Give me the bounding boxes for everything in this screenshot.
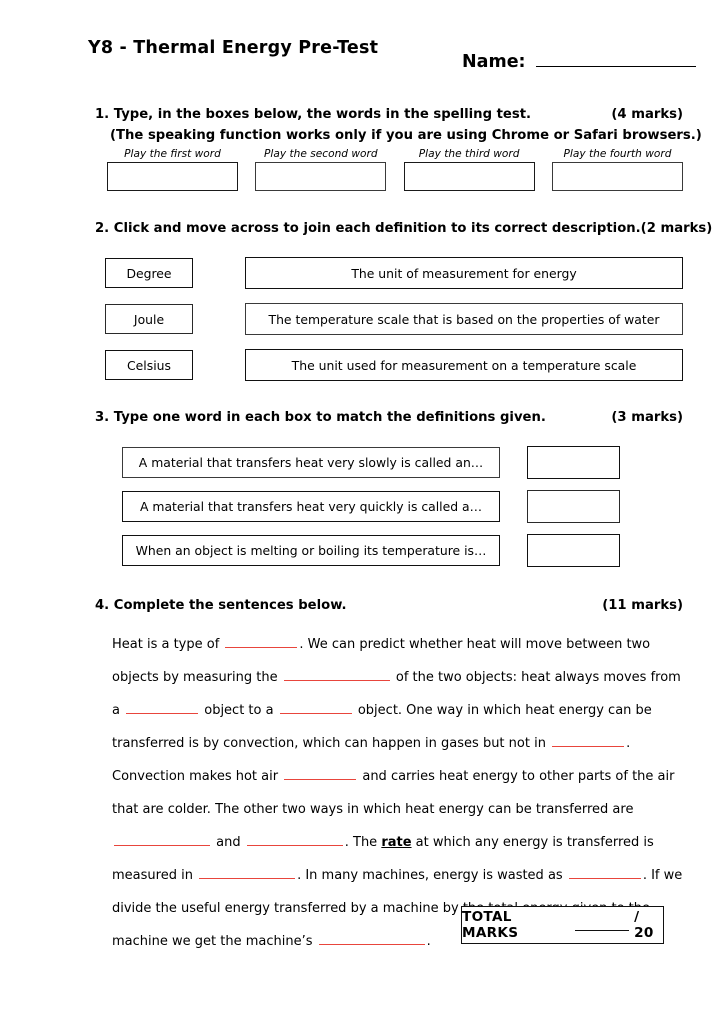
para-blank-11[interactable]: [318, 932, 425, 945]
question-2-matching: Degree The unit of measurement for energ…: [105, 255, 683, 393]
para-text-8: and: [212, 835, 245, 850]
question-1-marks: (4 marks): [611, 107, 683, 122]
total-marks-out-of: / 20: [634, 909, 654, 941]
question-3-heading: 3. Type one word in each box to match th…: [95, 410, 683, 425]
definition-input-1[interactable]: [527, 445, 620, 479]
spelling-cell-1: Play the first word: [107, 148, 238, 191]
play-word-label-3[interactable]: Play the third word: [404, 148, 535, 160]
match-term-3[interactable]: Celsius: [105, 350, 193, 380]
para-blank-5[interactable]: [552, 734, 625, 747]
definition-text-3: When an object is melting or boiling its…: [122, 534, 500, 566]
worksheet-header: Y8 - Thermal Energy Pre-Test Name:: [88, 38, 696, 72]
matching-row-3: Celsius The unit used for measurement on…: [105, 347, 683, 383]
para-blank-7[interactable]: [114, 833, 210, 846]
para-text-1: Heat is a type of: [112, 637, 224, 652]
para-text-9: . The: [344, 835, 382, 850]
para-blank-3[interactable]: [126, 701, 199, 714]
definition-text-1: A material that transfers heat very slow…: [122, 446, 500, 478]
match-description-3[interactable]: The unit used for measurement on a tempe…: [245, 349, 683, 381]
question-4-marks: (11 marks): [602, 598, 683, 613]
question-3-definitions: A material that transfers heat very slow…: [122, 444, 620, 576]
total-marks-box: TOTAL MARKS / 20: [461, 906, 664, 944]
name-input-rule[interactable]: [535, 63, 696, 67]
para-blank-6[interactable]: [284, 767, 357, 780]
definition-row-2: A material that transfers heat very quic…: [122, 488, 620, 524]
spelling-cell-3: Play the third word: [403, 148, 535, 191]
question-2-text: 2. Click and move across to join each de…: [95, 221, 641, 236]
play-word-label-4[interactable]: Play the fourth word: [552, 148, 683, 160]
para-blank-8[interactable]: [246, 833, 343, 846]
worksheet-page: Y8 - Thermal Energy Pre-Test Name: 1. Ty…: [0, 0, 725, 1024]
total-marks-input[interactable]: [574, 919, 630, 931]
question-1-note: (The speaking function works only if you…: [110, 128, 702, 143]
spelling-input-1[interactable]: [107, 162, 238, 191]
spelling-input-3[interactable]: [403, 162, 535, 191]
question-2-marks: (2 marks): [640, 221, 713, 236]
definition-text-2: A material that transfers heat very quic…: [122, 490, 500, 522]
para-blank-9[interactable]: [199, 866, 296, 879]
question-1-heading: 1. Type, in the boxes below, the words i…: [95, 107, 683, 122]
match-description-2[interactable]: The temperature scale that is based on t…: [245, 303, 683, 335]
definition-input-3[interactable]: [527, 533, 620, 567]
match-description-1[interactable]: The unit of measurement for energy: [245, 257, 683, 289]
match-term-2[interactable]: Joule: [105, 304, 193, 334]
matching-row-2: Joule The temperature scale that is base…: [105, 301, 683, 337]
spelling-cell-2: Play the second word: [255, 148, 387, 191]
question-3-text: 3. Type one word in each box to match th…: [95, 410, 546, 425]
para-blank-10[interactable]: [568, 866, 641, 879]
para-blank-4[interactable]: [279, 701, 352, 714]
page-title: Y8 - Thermal Energy Pre-Test: [88, 38, 379, 58]
question-4-text: 4. Complete the sentences below.: [95, 598, 347, 613]
para-text-11: . In many machines, energy is wasted as: [297, 868, 567, 883]
para-blank-1[interactable]: [225, 635, 298, 648]
question-1-spelling-boxes: Play the first word Play the second word…: [107, 148, 683, 191]
name-label: Name:: [462, 52, 526, 72]
para-text-13: .: [426, 934, 431, 949]
question-3-marks: (3 marks): [611, 410, 683, 425]
spelling-input-2[interactable]: [255, 162, 387, 191]
question-2-heading: 2. Click and move across to join each de…: [95, 221, 712, 236]
definition-row-3: When an object is melting or boiling its…: [122, 532, 620, 568]
play-word-label-2[interactable]: Play the second word: [255, 148, 386, 160]
para-text-4: object to a: [200, 703, 278, 718]
total-marks-label: TOTAL MARKS: [462, 909, 519, 941]
spelling-input-4[interactable]: [551, 162, 683, 191]
match-term-1[interactable]: Degree: [105, 258, 193, 288]
definition-input-2[interactable]: [527, 489, 620, 523]
question-4-heading: 4. Complete the sentences below. (11 mar…: [95, 598, 683, 613]
question-1-text: 1. Type, in the boxes below, the words i…: [95, 107, 532, 122]
play-word-label-1[interactable]: Play the first word: [107, 148, 238, 160]
para-emphasis-rate: rate: [381, 835, 412, 850]
matching-row-1: Degree The unit of measurement for energ…: [105, 255, 683, 291]
spelling-cell-4: Play the fourth word: [551, 148, 683, 191]
name-field-group: Name:: [462, 52, 696, 72]
definition-row-1: A material that transfers heat very slow…: [122, 444, 620, 480]
para-blank-2[interactable]: [283, 668, 390, 681]
